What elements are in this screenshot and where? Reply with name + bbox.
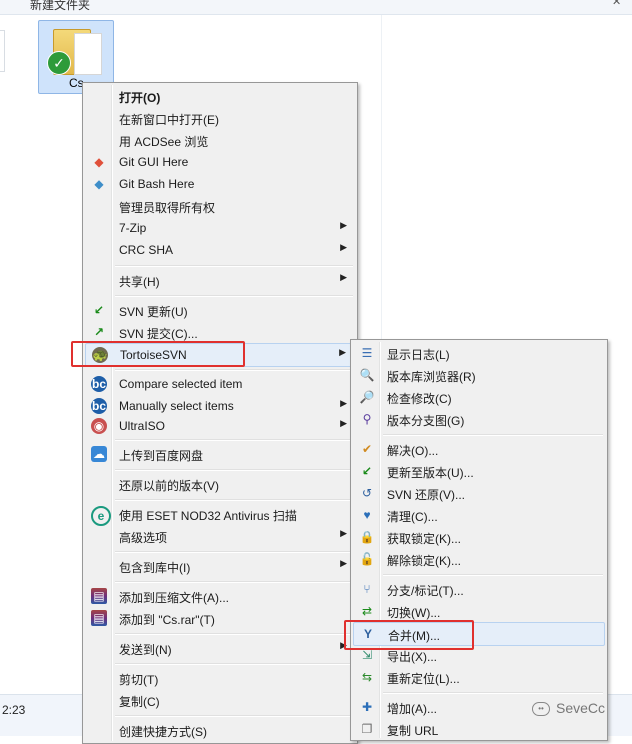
eset-icon: e — [91, 506, 111, 526]
submenu-item-branch-tag[interactable]: ⑂ 分支/标记(T)... — [353, 578, 605, 600]
left-item-edge[interactable] — [0, 30, 5, 72]
resolve-icon: ✔ — [361, 442, 373, 456]
branch-tag-icon: ⑂ — [363, 582, 371, 596]
menu-item-git-bash[interactable]: ◆ Git Bash Here — [85, 173, 355, 195]
annotation-box-merge — [344, 620, 474, 650]
revert-icon: ↺ — [361, 486, 373, 500]
menu-item-compare-selected[interactable]: bc Compare selected item — [85, 373, 355, 395]
menu-separator — [115, 469, 353, 471]
submenu-arrow-icon: ▶ — [340, 398, 347, 408]
winrar-icon: ▤ — [91, 610, 107, 626]
menu-separator — [115, 295, 353, 297]
beyond-compare-icon: bc — [91, 398, 107, 414]
submenu-item-relocate[interactable]: ⇆ 重新定位(L)... — [353, 666, 605, 688]
submenu-item-update-to-revision[interactable]: ↙ 更新至版本(U)... — [353, 460, 605, 482]
menu-item-manually-select[interactable]: bc Manually select items ▶ — [85, 395, 355, 417]
submenu-item-revert[interactable]: ↺ SVN 还原(V)... — [353, 482, 605, 504]
submenu-arrow-icon: ▶ — [340, 220, 347, 230]
menu-item-ultraiso[interactable]: ◉ UltraISO ▶ — [85, 415, 355, 437]
submenu-item-switch[interactable]: ⇄ 切换(W)... — [353, 600, 605, 622]
get-lock-icon: 🔒 — [359, 530, 375, 544]
menu-item-take-ownership[interactable]: 管理员取得所有权 — [85, 195, 355, 217]
menu-item-open-new-window[interactable]: 在新窗口中打开(E) — [85, 107, 355, 129]
menu-separator — [383, 574, 603, 576]
submenu-item-release-lock[interactable]: 🔓 解除锁定(K)... — [353, 548, 605, 570]
submenu-item-get-lock[interactable]: 🔒 获取锁定(K)... — [353, 526, 605, 548]
tortoisesvn-submenu: ☰ 显示日志(L) 🔍 版本库浏览器(R) 🔎 检查修改(C) ⚲ 版本分支图(… — [350, 339, 608, 741]
submenu-item-revision-graph[interactable]: ⚲ 版本分支图(G) — [353, 408, 605, 430]
menu-separator — [115, 715, 353, 717]
menu-item-cut[interactable]: 剪切(T) — [85, 667, 355, 689]
menu-separator — [383, 692, 603, 694]
baidu-netdisk-icon: ☁ — [91, 446, 107, 462]
menu-item-svn-update[interactable]: ↙ SVN 更新(U) — [85, 299, 355, 321]
annotation-box-tortoisesvn — [71, 341, 245, 367]
submenu-arrow-icon: ▶ — [339, 347, 346, 357]
explorer-titlebar: 新建文件夹 ✕ — [0, 0, 632, 15]
menu-item-share[interactable]: 共享(H) ▶ — [85, 269, 355, 291]
context-menu: 打开(O) 在新窗口中打开(E) 用 ACDSee 浏览 ◆ Git GUI H… — [82, 82, 358, 744]
menu-item-git-gui[interactable]: ◆ Git GUI Here — [85, 151, 355, 173]
switch-icon: ⇄ — [361, 604, 373, 618]
add-icon: ✚ — [361, 700, 373, 714]
release-lock-icon: 🔓 — [359, 552, 375, 566]
menu-separator — [115, 663, 353, 665]
menu-separator — [115, 439, 353, 441]
submenu-arrow-icon: ▶ — [340, 528, 347, 538]
check-modifications-icon: 🔎 — [359, 390, 375, 404]
status-time: 2:23 — [2, 703, 26, 717]
menu-item-include-library[interactable]: 包含到库中(I) ▶ — [85, 555, 355, 577]
repo-browser-icon: 🔍 — [359, 368, 375, 382]
menu-item-copy[interactable]: 复制(C) — [85, 689, 355, 711]
close-icon[interactable]: ✕ — [612, 0, 624, 8]
submenu-item-copy-url[interactable]: ❐ 复制 URL — [353, 718, 605, 740]
menu-separator — [115, 581, 353, 583]
menu-separator — [115, 633, 353, 635]
submenu-item-cleanup[interactable]: ♥ 清理(C)... — [353, 504, 605, 526]
menu-separator — [383, 434, 603, 436]
menu-item-advanced[interactable]: 高级选项 ▶ — [85, 525, 355, 547]
beyond-compare-icon: bc — [91, 376, 107, 392]
ultraiso-icon: ◉ — [91, 418, 107, 434]
submenu-item-resolve[interactable]: ✔ 解决(O)... — [353, 438, 605, 460]
menu-separator — [115, 265, 353, 267]
folder-papers — [74, 33, 102, 75]
revision-graph-icon: ⚲ — [362, 412, 372, 426]
watermark: •• SeveCc — [532, 700, 605, 717]
menu-item-crc-sha[interactable]: CRC SHA ▶ — [85, 239, 355, 261]
submenu-arrow-icon: ▶ — [340, 242, 347, 252]
update-to-revision-icon: ↙ — [361, 464, 373, 478]
svn-update-icon: ↙ — [93, 303, 105, 317]
svn-normal-overlay-icon: ✓ — [47, 51, 71, 75]
window-title: 新建文件夹 — [30, 0, 91, 12]
menu-item-7zip[interactable]: 7-Zip ▶ — [85, 217, 355, 239]
cleanup-icon: ♥ — [363, 508, 371, 522]
menu-item-restore-previous[interactable]: 还原以前的版本(V) — [85, 473, 355, 495]
menu-item-eset-scan[interactable]: e 使用 ESET NOD32 Antivirus 扫描 — [85, 503, 355, 526]
submenu-arrow-icon: ▶ — [340, 272, 347, 282]
wechat-icon: •• — [532, 702, 550, 717]
git-gui-icon: ◆ — [94, 155, 104, 169]
menu-item-add-archive[interactable]: ▤ 添加到压缩文件(A)... — [85, 585, 355, 607]
menu-item-acdsee[interactable]: 用 ACDSee 浏览 — [85, 129, 355, 151]
submenu-arrow-icon: ▶ — [340, 418, 347, 428]
menu-item-add-cs-rar[interactable]: ▤ 添加到 "Cs.rar"(T) — [85, 607, 355, 629]
menu-item-send-to[interactable]: 发送到(N) ▶ — [85, 637, 355, 659]
menu-separator — [115, 551, 353, 553]
winrar-icon: ▤ — [91, 588, 107, 604]
svn-commit-icon: ↗ — [93, 325, 105, 339]
menu-item-svn-commit[interactable]: ↗ SVN 提交(C)... — [85, 321, 355, 343]
submenu-item-check-modifications[interactable]: 🔎 检查修改(C) — [353, 386, 605, 408]
git-bash-icon: ◆ — [94, 177, 104, 191]
menu-item-open[interactable]: 打开(O) — [85, 85, 355, 107]
relocate-icon: ⇆ — [361, 670, 373, 684]
menu-item-create-shortcut[interactable]: 创建快捷方式(S) — [85, 719, 355, 741]
submenu-arrow-icon: ▶ — [340, 558, 347, 568]
show-log-icon: ☰ — [361, 346, 373, 360]
menu-separator — [115, 369, 353, 371]
submenu-item-show-log[interactable]: ☰ 显示日志(L) — [353, 342, 605, 364]
submenu-item-repo-browser[interactable]: 🔍 版本库浏览器(R) — [353, 364, 605, 386]
menu-separator — [115, 499, 353, 501]
menu-item-baidu-upload[interactable]: ☁ 上传到百度网盘 — [85, 443, 355, 465]
